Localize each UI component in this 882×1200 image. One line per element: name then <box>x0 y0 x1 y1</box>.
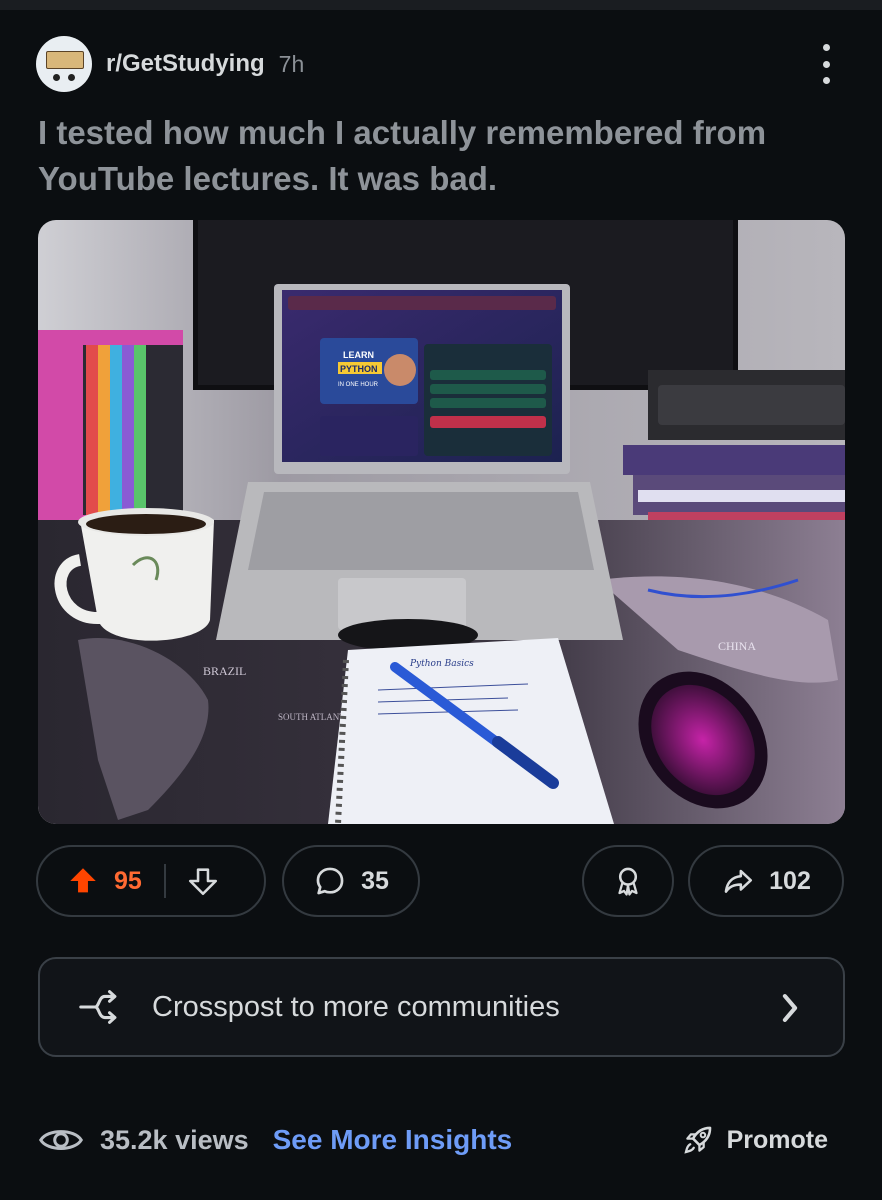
avatar-sign <box>46 51 84 69</box>
comment-button[interactable]: 35 <box>282 845 420 917</box>
comment-bubble-icon <box>313 864 347 898</box>
post-actions: 95 35 102 <box>36 845 846 919</box>
crosspost-banner[interactable]: Crosspost to more communities <box>38 957 845 1057</box>
views-count: 35.2k views <box>100 1124 249 1155</box>
notebook-heading: Python Basics <box>409 659 474 669</box>
top-divider <box>0 0 882 10</box>
rocket-icon <box>681 1123 715 1157</box>
screen-banner-hour: IN ONE HOUR <box>338 382 379 388</box>
map-label-china: CHINA <box>718 639 756 653</box>
post-image[interactable]: BRAZIL SOUTH ATLANTIC OCEAN CHINA LEARN … <box>38 220 845 824</box>
crosspost-label: Crosspost to more communities <box>152 990 560 1023</box>
post-title[interactable]: I tested how much I actually remembered … <box>38 110 838 202</box>
subreddit-avatar[interactable] <box>36 36 92 92</box>
avatar-face <box>53 74 75 82</box>
promote-label: Promote <box>726 1125 828 1154</box>
screen-banner-python: PYTHON <box>340 364 378 374</box>
post-footer: 35.2k views See More Insights Promote <box>38 1115 838 1165</box>
screen-banner-learn: LEARN <box>343 350 374 360</box>
vote-pill: 95 <box>36 845 266 917</box>
post-header: r/GetStudying 7h <box>36 36 846 92</box>
eye-icon <box>38 1125 84 1155</box>
chevron-right-icon <box>779 991 801 1030</box>
award-button[interactable] <box>582 845 674 917</box>
share-count: 102 <box>769 866 811 895</box>
map-label-brazil: BRAZIL <box>203 664 246 678</box>
downvote-arrow-icon[interactable] <box>186 864 220 898</box>
crosspost-icon <box>76 984 122 1030</box>
share-button[interactable]: 102 <box>688 845 844 917</box>
award-icon <box>611 864 645 898</box>
see-more-insights-link[interactable]: See More Insights <box>273 1124 513 1156</box>
vote-divider <box>163 864 166 898</box>
upvote-arrow-icon[interactable] <box>66 864 100 898</box>
share-arrow-icon <box>721 864 755 898</box>
comment-count: 35 <box>361 866 389 895</box>
promote-button[interactable]: Promote <box>681 1123 828 1157</box>
vote-count: 95 <box>114 866 142 895</box>
more-options-icon[interactable] <box>816 44 836 84</box>
subreddit-name[interactable]: r/GetStudying <box>106 50 265 78</box>
post-time: 7h <box>278 50 305 77</box>
